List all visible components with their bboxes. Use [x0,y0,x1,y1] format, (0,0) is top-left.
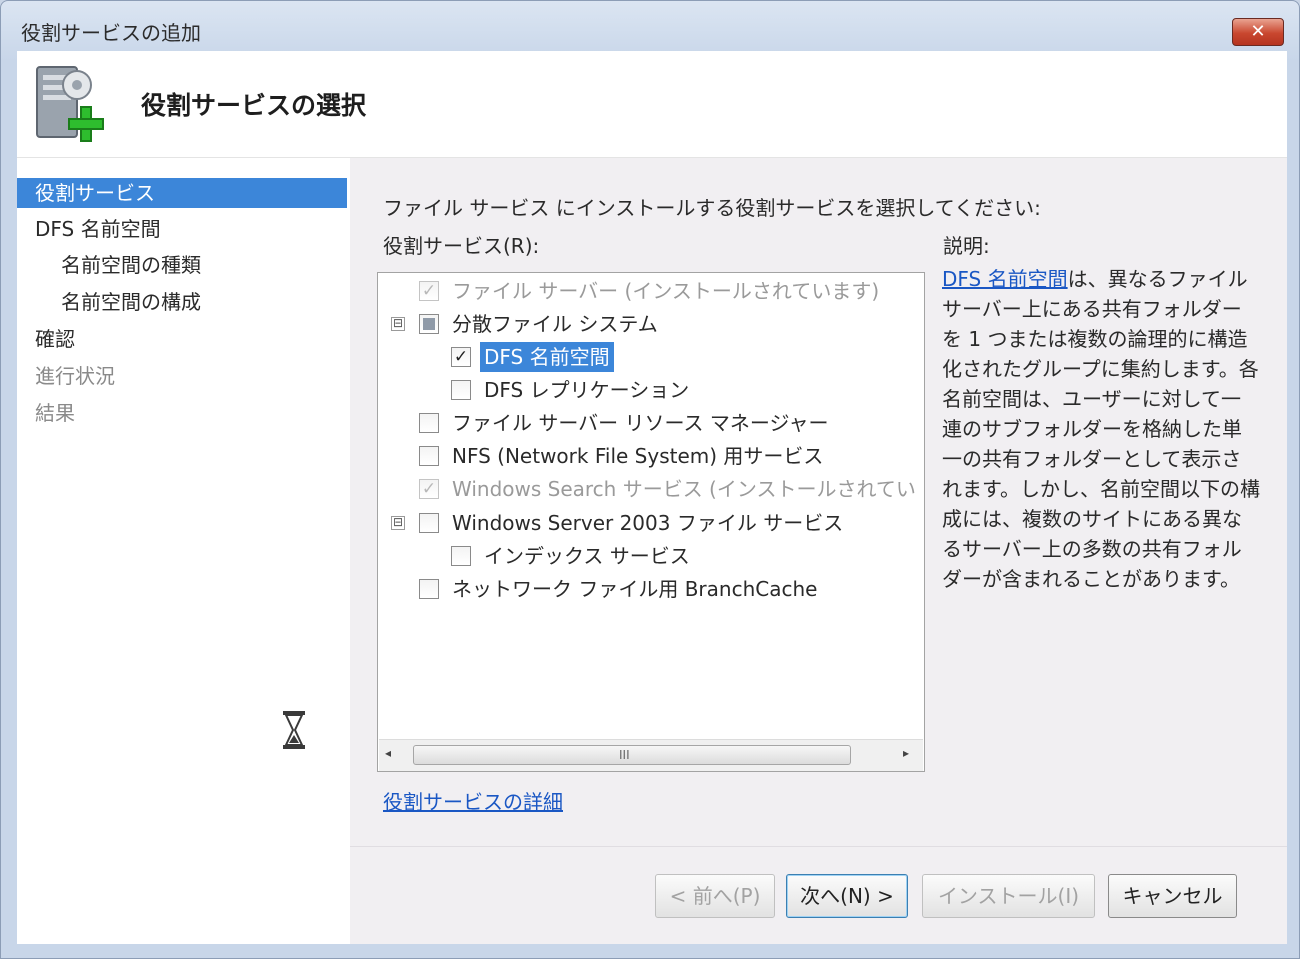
nav-item-namespace-config[interactable]: 名前空間の構成 [61,287,201,317]
nav-item-results: 結果 [35,401,75,425]
dfs-namespace-link[interactable]: DFS 名前空間 [942,267,1068,291]
service-label: DFS レプリケーション [484,378,690,402]
nav-item-role-services[interactable]: 役割サービス [17,178,347,208]
nav-item-dfs-namespace[interactable]: DFS 名前空間 [35,214,161,244]
nav-item-namespace-type[interactable]: 名前空間の種類 [61,250,201,280]
service-label-selected: DFS 名前空間 [480,342,614,372]
wizard-content: ファイル サービス にインストールする役割サービスを選択してください: 役割サー… [350,158,1287,944]
horizontal-scrollbar[interactable]: ◂ III ▸ [379,739,923,771]
instruction-text: ファイル サービス にインストールする役割サービスを選択してください: [383,196,1041,220]
service-label: 分散ファイル システム [452,312,658,336]
checkbox-windows-search: ✓ [419,479,439,499]
install-button[interactable]: インストール(I) [922,874,1095,918]
role-services-list-label: 役割サービス(R): [383,234,540,258]
checkbox-dfs-replication[interactable] [451,380,471,400]
checkbox-ws2003[interactable] [419,513,439,533]
server-add-icon [36,66,104,142]
next-button[interactable]: 次へ(N) > [786,874,908,918]
service-label: Windows Search サービス (インストールされてい [452,477,916,501]
close-icon: ✕ [1250,21,1266,42]
nav-item-confirmation[interactable]: 確認 [35,324,75,354]
service-label: ファイル サーバー リソース マネージャー [452,411,829,435]
service-label: NFS (Network File System) 用サービス [452,444,824,468]
checkbox-dfs[interactable] [419,314,439,334]
wizard-header: 役割サービスの選択 [17,51,1287,158]
collapse-icon[interactable]: ⊟ [391,317,405,331]
scroll-thumb[interactable]: III [413,745,851,765]
footer-separator [350,846,1287,847]
description-label: 説明: [943,234,990,258]
window-title: 役割サービスの追加 [21,21,201,45]
checkbox-nfs[interactable] [419,446,439,466]
nav-item-progress: 進行状況 [35,364,115,388]
service-label: インデックス サービス [484,544,690,568]
add-role-services-window: 役割サービスの追加 ✕ 役割サービスの選択 役割サービス DFS 名前空間 名前… [0,0,1300,959]
checkbox-branchcache[interactable] [419,579,439,599]
description-text: DFS 名前空間は、異なるファイル サーバー上にある共有フォルダーを 1 つまた… [942,264,1260,594]
description-body: は、異なるファイル サーバー上にある共有フォルダーを 1 つまたは複数の論理的に… [942,267,1260,591]
checkbox-fsrm[interactable] [419,413,439,433]
title-bar[interactable]: 役割サービスの追加 ✕ [1,1,1299,57]
scroll-right-icon[interactable]: ▸ [903,746,909,760]
grip-icon: III [619,748,630,762]
close-button[interactable]: ✕ [1232,18,1284,46]
role-services-tree[interactable]: ✓ ファイル サーバー (インストールされています) ⊟ 分散ファイル システム… [377,272,925,772]
cancel-button[interactable]: キャンセル [1108,874,1237,918]
collapse-icon[interactable]: ⊟ [391,516,405,530]
service-label: ファイル サーバー (インストールされています) [452,279,880,303]
checkbox-indexing[interactable] [451,546,471,566]
scroll-left-icon[interactable]: ◂ [385,746,391,760]
page-title: 役割サービスの選択 [141,91,367,120]
service-label: Windows Server 2003 ファイル サービス [452,511,844,535]
checkbox-dfs-namespace[interactable]: ✓ [451,347,471,367]
service-label: ネットワーク ファイル用 BranchCache [452,577,818,601]
wizard-navigation: 役割サービス DFS 名前空間 名前空間の種類 名前空間の構成 確認 進行状況 … [17,158,350,944]
back-button[interactable]: < 前へ(P) [655,874,775,918]
checkbox-file-server: ✓ [419,281,439,301]
hourglass-icon [283,711,305,749]
role-services-details-link[interactable]: 役割サービスの詳細 [383,786,563,815]
